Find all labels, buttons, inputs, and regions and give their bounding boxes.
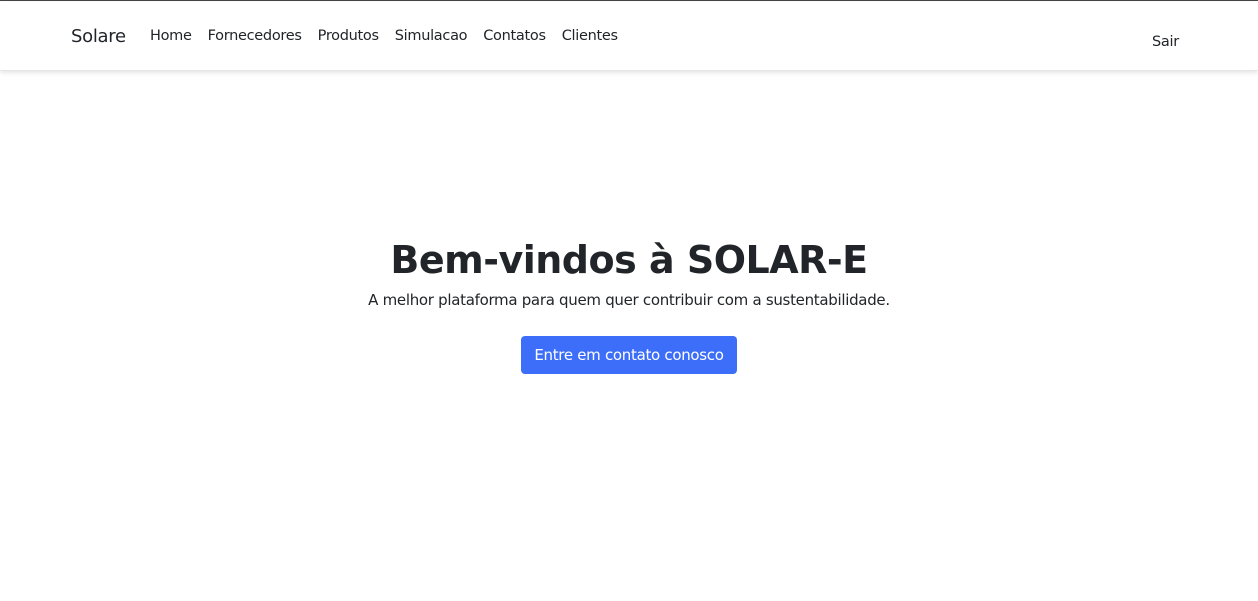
hero-section: Bem-vindos à SOLAR-E A melhor plataforma… [0,237,1258,374]
nav-item-fornecedores[interactable]: Fornecedores [208,28,302,44]
nav-item-contatos[interactable]: Contatos [483,28,546,44]
nav-item-simulacao[interactable]: Simulacao [395,28,468,44]
logout-link[interactable]: Sair [1152,34,1179,50]
hero-subtitle: A melhor plataforma para quem quer contr… [368,291,890,309]
nav-item-clientes[interactable]: Clientes [562,28,618,44]
nav-item-produtos[interactable]: Produtos [318,28,379,44]
brand-link[interactable]: Solare [71,26,126,47]
page-title: Bem-vindos à SOLAR-E [390,238,868,282]
nav-item-home[interactable]: Home [150,28,192,44]
nav-menu: Home Fornecedores Produtos Simulacao Con… [150,28,634,44]
navbar: Solare Home Fornecedores Produtos Simula… [0,2,1258,71]
contact-button[interactable]: Entre em contato conosco [521,336,737,374]
